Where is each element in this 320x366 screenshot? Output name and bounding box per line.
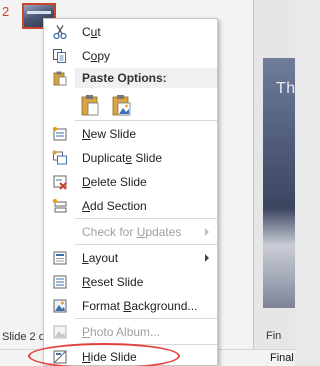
menu-item-layout[interactable]: Layout — [44, 247, 217, 269]
menu-label-photo-album: Photo Album... — [82, 325, 161, 339]
menu-label-cut: Cut — [82, 25, 101, 39]
context-menu: Cut Copy Paste Options: New Slide Duplic… — [43, 18, 218, 366]
menu-item-copy[interactable]: Copy — [44, 45, 217, 67]
menu-separator — [75, 120, 217, 121]
menu-label-duplicate-slide: Duplicate Slide — [82, 151, 163, 165]
new-slide-icon — [52, 126, 67, 141]
menu-item-format-background[interactable]: Format Background... — [44, 295, 217, 317]
canvas-text-fragment: Fin — [266, 330, 282, 342]
menu-item-add-section[interactable]: Add Section — [44, 195, 217, 217]
format-background-icon — [53, 299, 67, 313]
add-section-icon — [52, 198, 67, 213]
duplicate-slide-icon — [52, 150, 67, 165]
menu-item-photo-album: Photo Album... — [44, 321, 217, 343]
menu-item-new-slide[interactable]: New Slide — [44, 123, 217, 145]
delete-slide-icon — [53, 175, 67, 190]
layout-icon — [53, 251, 67, 265]
menu-label-format-background: Format Background... — [82, 299, 198, 313]
paste-keep-source-icon — [81, 95, 99, 116]
menu-label-add-section: Add Section — [82, 199, 147, 213]
menu-item-delete-slide[interactable]: Delete Slide — [44, 171, 217, 193]
submenu-arrow-icon — [205, 228, 209, 236]
menu-separator — [75, 244, 217, 245]
menu-item-check-for-updates: Check for Updates — [44, 221, 217, 243]
menu-separator — [75, 218, 217, 219]
photo-album-icon — [53, 325, 67, 339]
reset-slide-icon — [53, 275, 67, 289]
status-slide-count: Slide 2 of — [2, 331, 48, 343]
menu-item-duplicate-slide[interactable]: Duplicate Slide — [44, 147, 217, 169]
thumbnail-title-bar — [27, 11, 51, 14]
menu-label-reset-slide: Reset Slide — [82, 275, 144, 289]
paste-options-header: Paste Options: — [75, 68, 217, 88]
paste-icon — [53, 71, 67, 86]
slide-title: Th — [276, 80, 296, 97]
menu-item-cut[interactable]: Cut — [44, 21, 217, 43]
menu-label-delete-slide: Delete Slide — [82, 175, 147, 189]
menu-separator — [75, 318, 217, 319]
menu-item-reset-slide[interactable]: Reset Slide — [44, 271, 217, 293]
submenu-arrow-icon — [205, 254, 209, 262]
paste-options-label: Paste Options: — [82, 71, 167, 85]
menu-label-new-slide: New Slide — [82, 127, 137, 141]
scissors-icon — [53, 25, 67, 40]
paste-as-picture-button[interactable] — [108, 93, 134, 117]
hide-slide-highlight-ellipse — [28, 343, 180, 366]
menu-label-layout: Layout — [82, 251, 119, 265]
copy-icon — [53, 49, 66, 63]
status-final-text: Final — [270, 352, 294, 364]
menu-label-copy: Copy — [82, 49, 111, 63]
paste-as-picture-icon — [112, 95, 131, 116]
slide-number: 2 — [2, 4, 10, 19]
menu-label-check-for-updates: Check for Updates — [82, 225, 182, 239]
paste-keep-source-button[interactable] — [77, 93, 103, 117]
